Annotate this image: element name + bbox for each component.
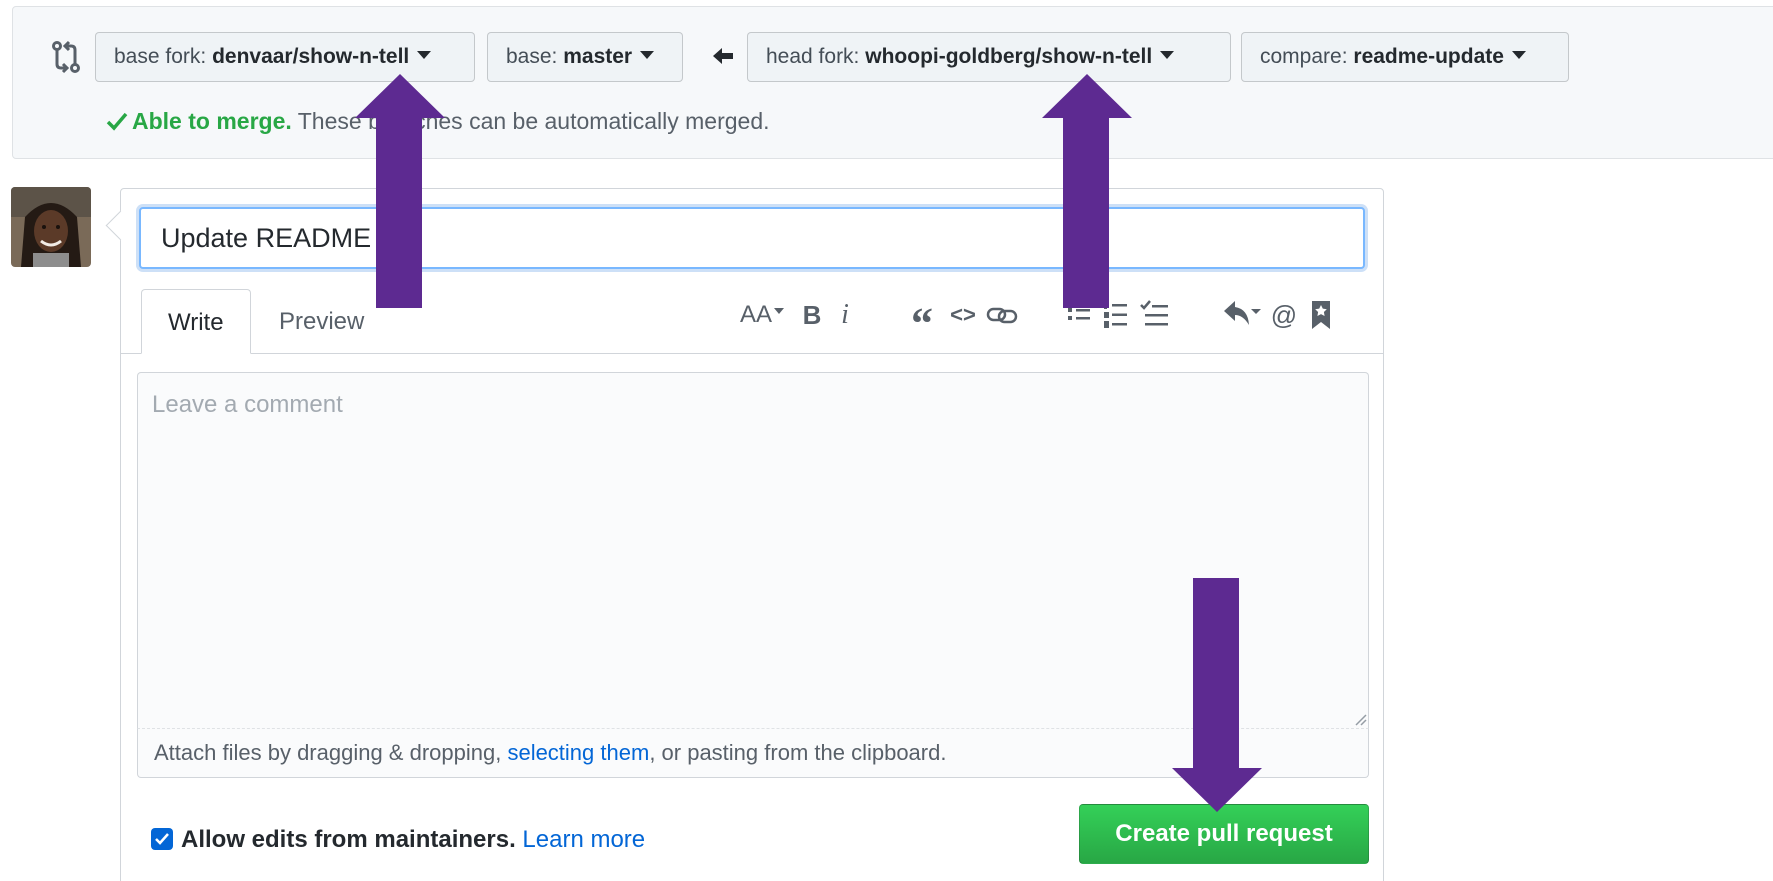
code-button[interactable]: <> [947, 295, 979, 335]
select-files-link[interactable]: selecting them [507, 740, 649, 765]
caret-down-icon [1160, 51, 1175, 59]
learn-more-link[interactable]: Learn more [522, 826, 645, 853]
attach-text-prefix: Attach files by dragging & dropping, [154, 740, 508, 765]
pull-request-compare-page: base fork: denvaar/show-n-tell base: mas… [0, 0, 1773, 881]
user-avatar-image [11, 187, 91, 267]
reply-button[interactable] [1221, 295, 1263, 335]
saved-replies-button[interactable] [1309, 295, 1333, 335]
link-button[interactable] [985, 295, 1019, 335]
bold-icon: B [802, 300, 822, 330]
mention-icon: @ [1270, 300, 1298, 330]
code-icon: <> [950, 302, 976, 327]
bookmark-icon [1312, 301, 1330, 329]
checkmark-icon [155, 833, 169, 845]
git-compare-icon [52, 40, 80, 74]
quote-icon: “ [911, 299, 933, 348]
base-branch-value: master [563, 45, 633, 68]
compare-range-bar: base fork: denvaar/show-n-tell base: mas… [12, 6, 1773, 159]
bold-button[interactable]: B [797, 295, 827, 335]
pr-title-input[interactable] [139, 207, 1365, 269]
tab-write[interactable]: Write [141, 289, 251, 354]
arrow-left-icon [713, 48, 733, 64]
compare-branch-label: compare: [1260, 45, 1348, 68]
italic-button[interactable]: i [833, 295, 857, 335]
head-fork-value: whoopi-goldberg/show-n-tell [865, 45, 1153, 68]
link-icon [986, 307, 1018, 324]
base-fork-label: base fork: [114, 45, 207, 68]
compare-branch-select[interactable]: compare: readme-update [1241, 32, 1569, 82]
allow-edits-label: Allow edits from maintainers. [181, 826, 516, 853]
allow-edits-row: Allow edits from maintainers. Learn more [151, 826, 645, 854]
quote-button[interactable]: “ [907, 295, 937, 348]
reply-icon [1224, 301, 1261, 325]
caret-down-icon [640, 51, 655, 59]
base-branch-select[interactable]: base: master [487, 32, 683, 82]
caret-down-icon [774, 308, 784, 314]
compare-branch-value: readme-update [1353, 45, 1504, 68]
annotation-arrow-up-icon [1042, 74, 1132, 308]
task-list-icon [1140, 300, 1168, 326]
annotation-arrow-up-icon [355, 74, 445, 308]
caret-down-icon [417, 51, 432, 59]
header-text-icon: AA [739, 301, 772, 328]
caret-down-icon [1511, 51, 1526, 59]
base-branch-label: base: [506, 45, 558, 68]
head-fork-select[interactable]: head fork: whoopi-goldberg/show-n-tell [747, 32, 1231, 82]
resize-handle-icon[interactable] [1353, 712, 1367, 726]
mention-button[interactable]: @ [1269, 295, 1299, 335]
attach-text-suffix: , or pasting from the clipboard. [649, 740, 947, 765]
task-list-button[interactable] [1139, 295, 1171, 335]
allow-edits-checkbox[interactable] [151, 828, 173, 850]
merge-status-ok: Able to merge. [132, 108, 292, 134]
annotation-arrow-down-icon [1172, 578, 1262, 812]
avatar [11, 187, 91, 267]
base-fork-value: denvaar/show-n-tell [212, 45, 410, 68]
header-button[interactable]: AA [737, 295, 787, 335]
check-icon [106, 112, 128, 131]
italic-icon: i [841, 299, 849, 330]
head-fork-label: head fork: [766, 45, 860, 68]
